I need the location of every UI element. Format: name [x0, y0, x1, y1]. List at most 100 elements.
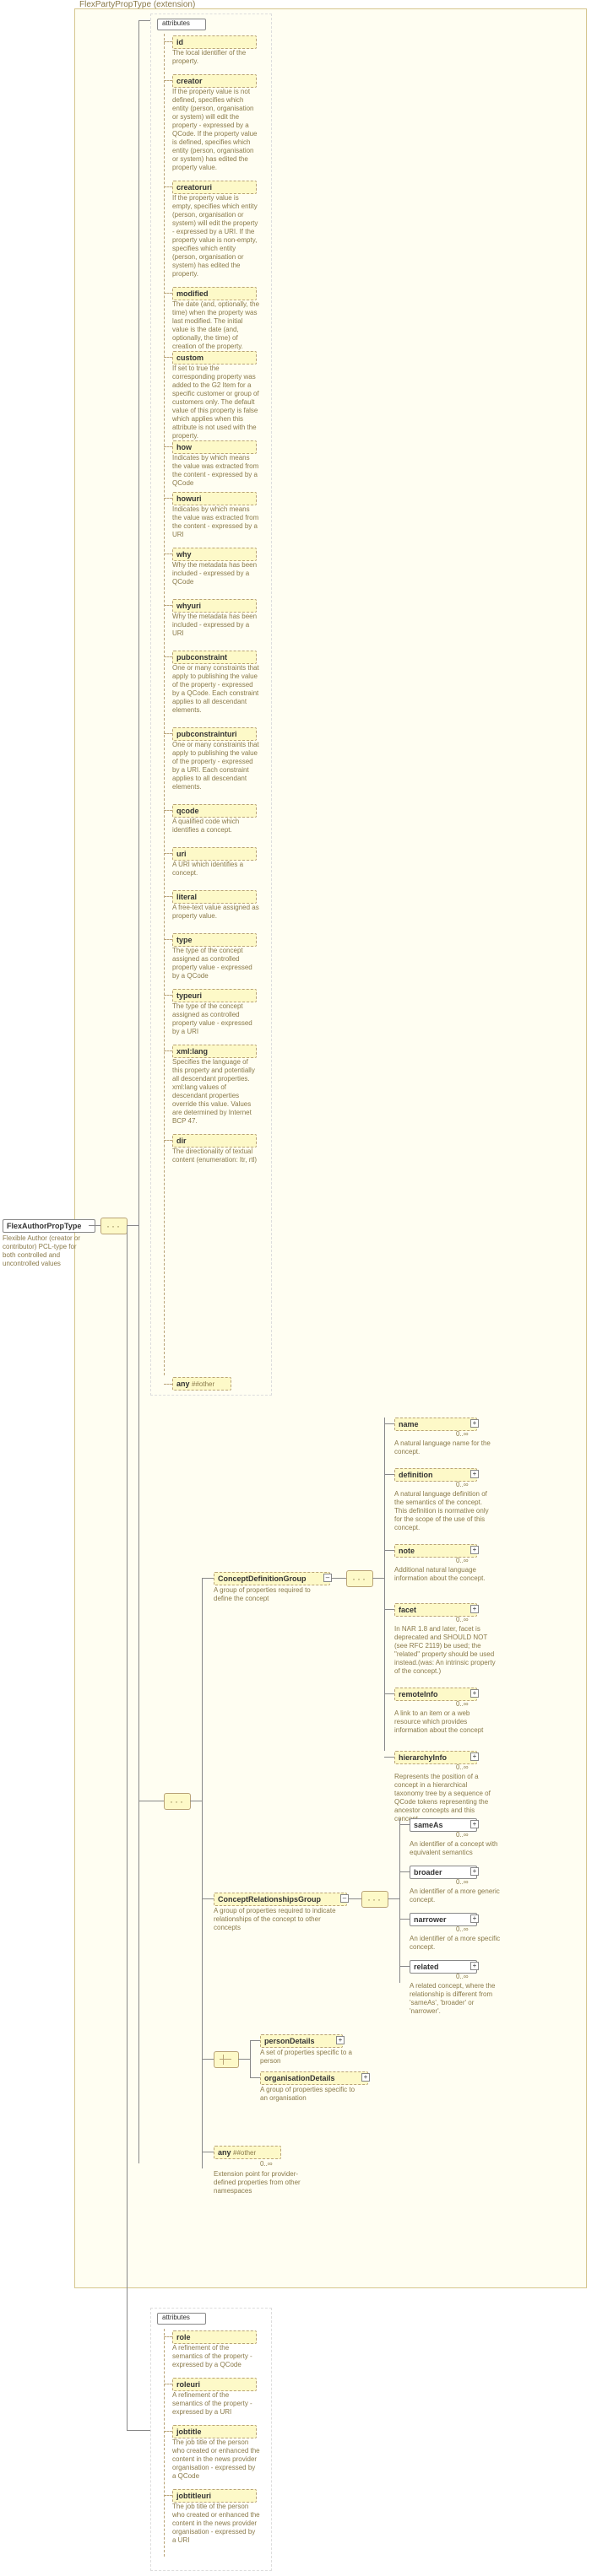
attr-pubconstraint[interactable]: pubconstraint: [172, 651, 257, 664]
connector: [384, 1418, 385, 1751]
od-desc: A group of properties specific to an org…: [260, 2086, 361, 2103]
rel-narrower-desc: An identifier of a more specific concept…: [410, 1935, 502, 1952]
connector: [164, 810, 172, 811]
attr-modified[interactable]: modified: [172, 287, 257, 300]
connector: [372, 1578, 384, 1579]
expand-icon[interactable]: +: [470, 1419, 479, 1428]
root-type-box[interactable]: FlexAuthorPropType: [3, 1219, 95, 1233]
attr-qcode[interactable]: qcode: [172, 804, 257, 818]
attr-uri[interactable]: uri: [172, 847, 257, 861]
connector: [138, 20, 139, 2163]
rel-related[interactable]: related: [410, 1960, 477, 1974]
def-remoteInfo[interactable]: remoteInfo: [394, 1688, 477, 1701]
def-name[interactable]: name: [394, 1418, 477, 1431]
extattr-jobtitleuri[interactable]: jobtitleuri: [172, 2489, 257, 2503]
def-hierarchyInfo[interactable]: hierarchyInfo: [394, 1751, 477, 1764]
concept-relationships-group[interactable]: ConceptRelationshipsGroup: [214, 1893, 347, 1906]
expand-icon[interactable]: –: [340, 1894, 349, 1903]
extattr-jobtitle-desc: The job title of the person who created …: [172, 2438, 260, 2481]
expand-icon[interactable]: +: [470, 1914, 479, 1923]
attr-id-desc: The local identifier of the property.: [172, 49, 260, 66]
attr-pubconstrainturi-desc: One or many constraints that apply to pu…: [172, 741, 260, 791]
person-details[interactable]: personDetails: [260, 2034, 343, 2048]
attr-xml:lang-desc: Specifies the language of this property …: [172, 1058, 260, 1126]
extattr-role-desc: A refinement of the semantics of the pro…: [172, 2344, 260, 2369]
extattr-role[interactable]: role: [172, 2330, 257, 2344]
connector: [164, 498, 172, 499]
attr-why[interactable]: why: [172, 548, 257, 561]
expand-icon[interactable]: +: [336, 2036, 345, 2044]
cardinality: 0..∞: [456, 1557, 469, 1564]
any-other-attr[interactable]: any ##other: [172, 1377, 231, 1391]
attr-typeuri-desc: The type of the concept assigned as cont…: [172, 1002, 260, 1036]
any-label: any: [218, 2148, 231, 2157]
connector: [164, 995, 172, 996]
connector: [384, 1474, 394, 1475]
attr-uri-desc: A URI which identifies a concept.: [172, 861, 260, 878]
any-other-element[interactable]: any ##other: [214, 2146, 281, 2159]
sequence-crg: [361, 1891, 388, 1908]
choice-details: [214, 2051, 239, 2068]
def-definition[interactable]: definition: [394, 1468, 477, 1482]
connector: [164, 605, 172, 606]
extattr-roleuri-desc: A refinement of the semantics of the pro…: [172, 2391, 260, 2417]
extattr-roleuri[interactable]: roleuri: [172, 2378, 257, 2391]
organisation-details[interactable]: organisationDetails: [260, 2071, 368, 2085]
expand-icon[interactable]: +: [470, 1752, 479, 1761]
attr-howuri[interactable]: howuri: [172, 492, 257, 505]
any-other-value: ##other: [192, 1380, 214, 1388]
def-definition-desc: A natural language definition of the sem…: [394, 1490, 496, 1532]
connector: [238, 2059, 250, 2060]
attr-dir-desc: The directionality of textual content (e…: [172, 1148, 260, 1164]
connector: [127, 1225, 128, 2430]
connector: [399, 1824, 410, 1825]
attributes-label: attributes: [162, 19, 190, 27]
attr-type-desc: The type of the concept assigned as cont…: [172, 947, 260, 980]
extattr-jobtitle[interactable]: jobtitle: [172, 2425, 257, 2438]
attr-why-desc: Why the metadata has been included - exp…: [172, 561, 260, 586]
rel-broader[interactable]: broader: [410, 1866, 477, 1879]
connector: [127, 2430, 150, 2431]
connector: [202, 1578, 203, 2168]
rel-related-desc: A related concept, where the relationshi…: [410, 1982, 502, 2016]
expand-icon[interactable]: +: [470, 1820, 479, 1828]
concept-definition-group[interactable]: ConceptDefinitionGroup: [214, 1572, 330, 1585]
connector: [384, 1609, 394, 1610]
cardinality: 0..∞: [456, 1616, 469, 1623]
expand-icon[interactable]: +: [470, 1546, 479, 1554]
expand-icon[interactable]: –: [323, 1574, 332, 1582]
attr-custom[interactable]: custom: [172, 351, 257, 365]
attr-xml:lang[interactable]: xml:lang: [172, 1045, 257, 1058]
attr-whyuri[interactable]: whyuri: [172, 599, 257, 613]
def-facet[interactable]: facet: [394, 1603, 477, 1617]
connector: [164, 733, 172, 734]
attr-id[interactable]: id: [172, 35, 257, 49]
expand-icon[interactable]: +: [470, 1867, 479, 1876]
attr-howuri-desc: Indicates by which means the value was e…: [172, 505, 260, 539]
expand-icon[interactable]: +: [361, 2073, 370, 2082]
any-label: any: [176, 1380, 190, 1388]
attr-creator[interactable]: creator: [172, 74, 257, 88]
attr-creatoruri[interactable]: creatoruri: [172, 181, 257, 194]
attr-type[interactable]: type: [172, 933, 257, 947]
expand-icon[interactable]: +: [470, 1470, 479, 1478]
attr-literal[interactable]: literal: [172, 890, 257, 904]
attr-creator-desc: If the property value is not defined, sp…: [172, 88, 260, 172]
expand-icon[interactable]: +: [470, 1962, 479, 1970]
connector: [250, 2040, 251, 2077]
connector: [164, 1050, 172, 1051]
rel-sameAs[interactable]: sameAs: [410, 1818, 477, 1832]
expand-icon[interactable]: +: [470, 1689, 479, 1698]
attr-typeuri[interactable]: typeuri: [172, 989, 257, 1002]
connector: [202, 1578, 214, 1579]
expand-icon[interactable]: +: [470, 1605, 479, 1613]
cardinality: 0..∞: [456, 1831, 469, 1839]
attr-how[interactable]: how: [172, 440, 257, 454]
attr-pubconstrainturi[interactable]: pubconstrainturi: [172, 727, 257, 741]
connector: [202, 1898, 214, 1899]
connector: [164, 293, 172, 294]
connector: [384, 1757, 394, 1758]
rel-narrower[interactable]: narrower: [410, 1913, 477, 1926]
attr-dir[interactable]: dir: [172, 1134, 257, 1148]
def-note[interactable]: note: [394, 1544, 477, 1558]
